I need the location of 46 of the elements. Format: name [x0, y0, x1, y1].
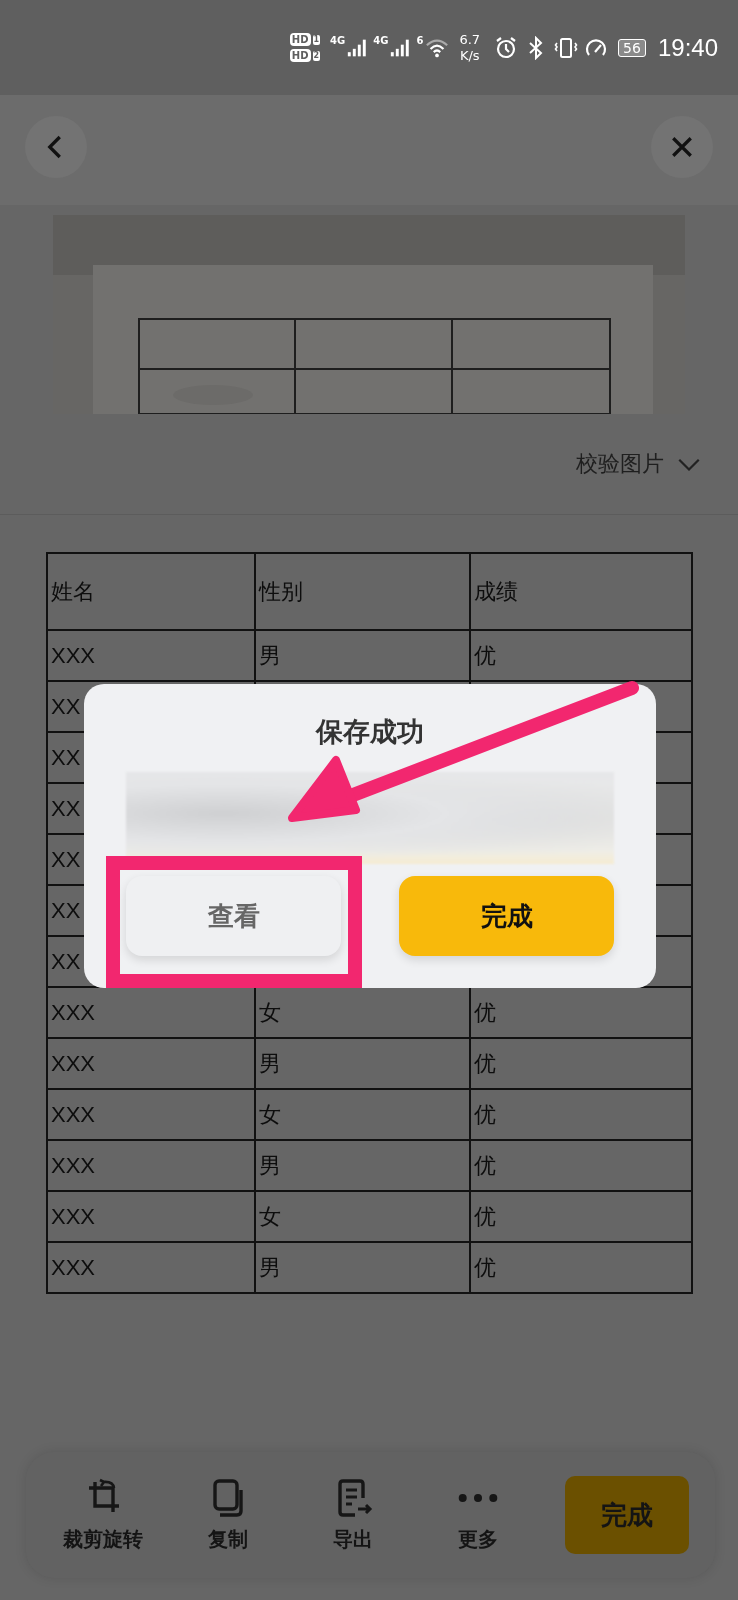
network-type: 4G [373, 35, 389, 46]
more-tool-button[interactable]: 更多 [415, 1477, 540, 1553]
network-speed: 6.7 [459, 31, 481, 48]
done-button[interactable]: 完成 [565, 1476, 689, 1554]
verify-image-dropdown[interactable]: 校验图片 [572, 445, 706, 483]
table-cell: XXX [48, 1090, 256, 1141]
dialog-title: 保存成功 [316, 715, 424, 749]
table-cell: 女 [256, 1090, 471, 1141]
table-cell: XXX [48, 631, 256, 682]
table-cell: XXX [48, 1192, 256, 1243]
battery-indicator: 56 [618, 38, 646, 57]
vibrate-icon [554, 35, 579, 60]
crop-tool-button[interactable]: 裁剪旋转 [40, 1477, 165, 1553]
table-cell: 男 [256, 1039, 471, 1090]
table-cell: 优 [471, 1090, 693, 1141]
network-type: 4G [330, 35, 346, 46]
export-tool-button[interactable]: 导出 [290, 1477, 415, 1553]
table-cell: 优 [471, 1039, 693, 1090]
table-cell: 优 [471, 1141, 693, 1192]
copy-tool-button[interactable]: 复制 [165, 1477, 290, 1553]
column-header: 性别 [256, 554, 471, 631]
column-header: 成绩 [471, 554, 693, 631]
column-header: 姓名 [48, 554, 256, 631]
hd-badge: HD [289, 49, 311, 62]
table-cell: 男 [256, 1243, 471, 1294]
sim-slot: 2 [312, 50, 321, 61]
table-cell: 女 [256, 1192, 471, 1243]
hd-badge: HD [289, 33, 311, 46]
table-cell: XXX [48, 1243, 256, 1294]
sim-slot: 1 [312, 34, 321, 45]
wifi-standard: 6 [416, 35, 424, 46]
table-cell: XXX [48, 988, 256, 1039]
signal-icon [347, 37, 368, 58]
table-cell: 男 [256, 1141, 471, 1192]
table-cell: 男 [256, 631, 471, 682]
view-button[interactable]: 查看 [126, 876, 341, 956]
table-cell: XXX [48, 1039, 256, 1090]
clock-time: 19:40 [657, 33, 718, 62]
more-icon [457, 1492, 498, 1503]
table-cell: XXX [48, 1141, 256, 1192]
done-button[interactable]: 完成 [399, 876, 614, 956]
signal-icon [390, 37, 411, 58]
speed-unit: K/s [459, 47, 480, 64]
table-cell: 优 [471, 631, 693, 682]
table-cell: 优 [471, 1243, 693, 1294]
table-cell: 优 [471, 1192, 693, 1243]
